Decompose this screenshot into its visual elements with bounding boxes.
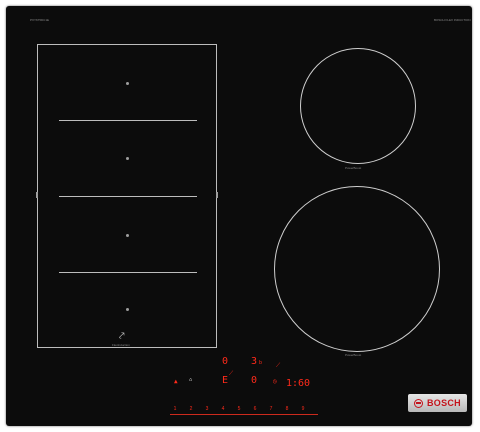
zone3-level-display: E xyxy=(222,375,229,386)
large-burner[interactable] xyxy=(274,186,440,352)
model-label: PXY675DC1E xyxy=(30,18,50,22)
brand-tagline: BOSCH FLEX INDUCTION xyxy=(434,18,471,22)
zone-center-dot xyxy=(126,308,129,311)
flex-icon: ⤤ xyxy=(119,331,125,342)
clock-icon[interactable]: ◷ xyxy=(273,378,277,385)
large-burner-label: PowerBoost xyxy=(345,353,362,357)
flex-icon[interactable]: ▲ xyxy=(174,378,178,385)
power-scale-slider[interactable]: 1 2 3 4 5 6 7 8 9 xyxy=(170,406,318,416)
zone-center-dot xyxy=(126,234,129,237)
edge-mark xyxy=(216,192,218,198)
edge-mark xyxy=(36,192,38,198)
brand-name: BOSCH xyxy=(426,398,461,408)
scale-num: 3 xyxy=(205,406,209,412)
flex-icon[interactable]: ⟋ xyxy=(276,362,280,370)
brand-badge: BOSCH xyxy=(408,394,467,412)
scale-line xyxy=(170,414,318,415)
bosch-logo-icon xyxy=(413,398,423,408)
small-burner[interactable] xyxy=(300,48,416,164)
zone2-suffix: b xyxy=(259,360,263,366)
scale-num: 4 xyxy=(221,406,225,412)
scale-num: 6 xyxy=(253,406,257,412)
zone-divider xyxy=(59,120,197,121)
power-icon[interactable]: ⌂ xyxy=(189,377,192,383)
small-burner-label: PowerBoost xyxy=(345,166,362,170)
flex-induction-zone[interactable]: ⤤ FlexInduction xyxy=(36,44,218,348)
zone-divider xyxy=(59,272,197,273)
flex-icon[interactable]: ⟋ xyxy=(229,370,233,378)
scale-num: 1 xyxy=(173,406,177,412)
zone-center-dot xyxy=(126,82,129,85)
scale-num: 7 xyxy=(269,406,273,412)
zone-divider xyxy=(59,196,197,197)
zone1-level-display: 0 xyxy=(222,356,229,367)
zone-center-dot xyxy=(126,157,129,160)
zone2-level-display: 3 xyxy=(251,356,258,367)
flex-zone-label: FlexInduction xyxy=(112,343,130,347)
scale-num: 9 xyxy=(301,406,305,412)
scale-num: 8 xyxy=(285,406,289,412)
timer-display: 1:60 xyxy=(286,378,311,389)
zone4-level-display: 0 xyxy=(251,375,258,386)
scale-num: 2 xyxy=(189,406,193,412)
scale-num: 5 xyxy=(237,406,241,412)
cooktop-panel: PXY675DC1E BOSCH FLEX INDUCTION ⤤ FlexIn… xyxy=(6,6,472,426)
